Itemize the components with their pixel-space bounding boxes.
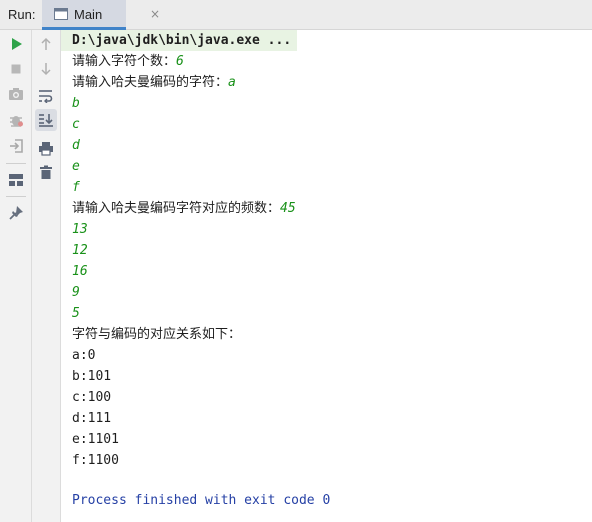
input-char: f: [72, 180, 80, 195]
input-char: b: [72, 96, 80, 111]
print-icon[interactable]: [35, 137, 57, 159]
result-line: d:111: [72, 411, 112, 426]
soft-wrap-icon[interactable]: [35, 85, 57, 107]
login-icon[interactable]: [5, 135, 27, 157]
prompt-chars: 请输入哈夫曼编码的字符：: [72, 75, 229, 90]
run-icon[interactable]: [5, 33, 27, 55]
up-arrow-icon[interactable]: [35, 33, 57, 55]
result-line: e:1101: [72, 432, 119, 447]
run-label: Run:: [8, 7, 36, 22]
console-window-icon: [54, 8, 68, 20]
result-line: a:0: [72, 348, 96, 363]
input-freq: 12: [72, 243, 88, 258]
pin-icon[interactable]: [5, 202, 27, 224]
prompt-freq: 请输入哈夫曼编码字符对应的频数：: [72, 201, 281, 216]
run-toolbar-primary: [0, 30, 32, 522]
console-line: 请输入哈夫曼编码的字符：a: [72, 72, 236, 93]
result-line: f:1100: [72, 453, 119, 468]
stop-icon[interactable]: [5, 58, 27, 80]
run-toolwindow-header: Run: Main ×: [0, 0, 592, 30]
result-line: c:100: [72, 390, 112, 405]
close-icon[interactable]: ×: [150, 7, 160, 21]
run-toolbar-secondary: [32, 30, 61, 522]
camera-icon[interactable]: [5, 83, 27, 105]
console-line: 请输入哈夫曼编码字符对应的频数：45: [72, 198, 296, 219]
layout-icon[interactable]: [5, 169, 27, 191]
scroll-to-end-icon[interactable]: [35, 109, 57, 131]
prompt-count: 请输入字符个数：: [72, 54, 177, 69]
input-char: a: [228, 75, 236, 90]
input-freq: 5: [72, 306, 80, 321]
input-freq: 45: [280, 201, 296, 216]
toolbar-divider: [6, 163, 26, 164]
toolbar-divider: [6, 196, 26, 197]
trash-icon[interactable]: [35, 161, 57, 183]
debug-icon[interactable]: [5, 109, 27, 131]
input-char: e: [72, 159, 80, 174]
input-freq: 16: [72, 264, 88, 279]
process-finished-line: Process finished with exit code 0: [72, 493, 331, 508]
input-freq: 13: [72, 222, 88, 237]
command-line: D:\java\jdk\bin\java.exe ...: [72, 33, 292, 48]
tab-main-label: Main: [74, 7, 103, 22]
tab-main[interactable]: Main ×: [42, 0, 160, 30]
input-count: 6: [176, 54, 184, 69]
result-heading: 字符与编码的对应关系如下：: [72, 327, 242, 342]
console-line: 请输入字符个数：6: [72, 51, 184, 72]
console-output[interactable]: D:\java\jdk\bin\java.exe ... 请输入字符个数：6 请…: [61, 30, 592, 522]
input-freq: 9: [72, 285, 80, 300]
result-line: b:101: [72, 369, 112, 384]
input-char: d: [72, 138, 80, 153]
input-char: c: [72, 117, 80, 132]
down-arrow-icon[interactable]: [35, 58, 57, 80]
